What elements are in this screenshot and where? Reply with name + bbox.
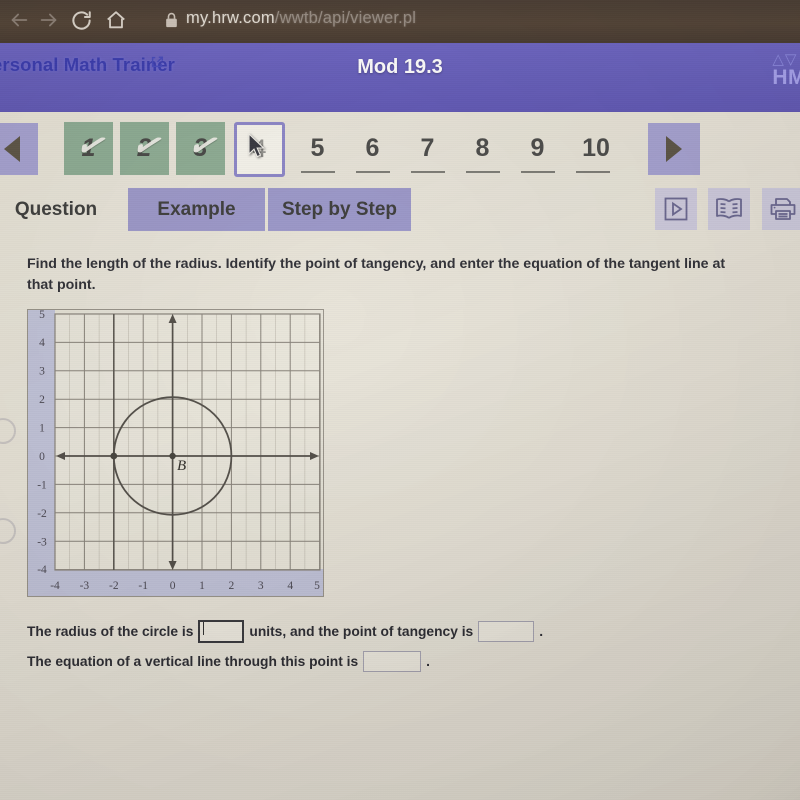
question-tab-5-label: 5 [310,134,325,162]
svg-text:5: 5 [314,580,320,592]
equation-input[interactable] [363,651,422,672]
chevron-right-icon [666,136,682,162]
svg-text:0: 0 [170,580,176,592]
svg-text:1: 1 [199,580,205,592]
svg-text:4: 4 [287,580,293,592]
question-tab-10[interactable]: 10 [568,122,624,175]
answer-line-2-period: . [426,654,430,669]
answer-line-2-text-a: The equation of a vertical line through … [27,654,359,669]
svg-text:-1: -1 [138,580,148,592]
video-play-button[interactable] [655,188,697,230]
home-icon[interactable] [103,7,129,33]
svg-text:-4: -4 [50,580,60,592]
svg-text:-4: -4 [37,564,47,576]
hmh-logo-mark: △▽ [772,51,798,68]
radius-input[interactable] [198,620,245,643]
svg-text:0: 0 [39,451,45,463]
answer-line-1: The radius of the circle is units, and t… [27,620,543,643]
tangency-point [110,452,118,460]
checkmark-icon: ✓ [72,123,108,166]
question-tab-9-label: 9 [530,134,545,162]
svg-text:-3: -3 [37,537,47,549]
question-tab-7[interactable]: 7 [403,122,452,175]
checkmark-icon: ✓ [184,123,220,166]
back-arrow-icon[interactable] [6,7,32,33]
tab-question-label: Question [14,198,98,220]
answer-line-1-text-a: The radius of the circle is [27,624,194,639]
svg-text:-1: -1 [37,480,47,492]
question-tab-6-label: 6 [365,134,380,162]
tab-example[interactable]: Example [128,188,265,231]
question-tab-5[interactable]: 5 [293,122,342,175]
mouse-cursor-icon [248,133,265,158]
question-tab-3[interactable]: 3 ✓ [176,122,225,175]
edge-artifact [0,418,16,444]
center-point-B [169,452,176,460]
question-prompt-text: Find the length of the radius. Identify … [27,256,726,293]
tab-step-by-step-label: Step by Step [281,198,398,220]
svg-text:2: 2 [39,394,45,406]
chevron-left-icon [4,136,20,162]
svg-text:5: 5 [39,309,45,321]
tab-question[interactable]: Question [6,188,106,231]
next-question-button[interactable] [648,123,700,175]
question-tab-9[interactable]: 9 [513,122,562,175]
url-path: /wwtb/api/viewer.pl [274,9,417,27]
lock-icon [163,9,179,31]
forward-arrow-icon[interactable] [36,7,62,33]
question-navigation-strip: 1 ✓ 2 ✓ 3 ✓ 4 5 6 7 8 9 10 [0,112,800,184]
question-tab-6[interactable]: 6 [348,122,397,175]
screenshot-root: my.hrw.com/wwtb/api/viewer.pl ersonal Ma… [0,0,800,800]
question-tab-1[interactable]: 1 ✓ [64,122,113,175]
hmh-logo: △▽ HM [772,52,800,88]
url-bar[interactable]: my.hrw.com/wwtb/api/viewer.pl [186,9,416,28]
point-label-B: B [177,458,186,474]
question-tab-8[interactable]: 8 [458,122,507,175]
url-domain: my.hrw.com [186,9,275,27]
question-tab-10-label: 10 [582,134,610,162]
coordinate-graph: B 5 4 3 2 1 0 -1 -2 -3 -4 -4 -3 -2 -1 0 … [27,309,324,597]
question-tab-7-label: 7 [420,134,435,162]
text-caret [203,622,205,635]
svg-text:-2: -2 [109,580,119,592]
reload-icon[interactable] [68,7,94,33]
module-title: Mod 19.3 [357,56,443,78]
svg-text:-3: -3 [80,580,90,592]
checkmark-icon: ✓ [128,123,164,166]
browser-toolbar: my.hrw.com/wwtb/api/viewer.pl [0,0,800,43]
book-button[interactable] [708,188,750,230]
svg-text:-2: -2 [37,508,47,520]
svg-text:3: 3 [39,366,45,378]
print-button[interactable] [762,188,800,230]
previous-question-button[interactable] [0,123,38,175]
answer-line-1-period: . [539,624,544,639]
svg-text:3: 3 [258,580,264,592]
plot-area: B [54,313,321,571]
tab-example-label: Example [157,198,236,220]
svg-text:2: 2 [229,580,235,592]
tab-step-by-step[interactable]: Step by Step [268,188,411,231]
tangency-point-input[interactable] [478,621,535,642]
hmh-logo-word: HM [772,66,800,89]
svg-text:1: 1 [39,423,45,435]
content-tab-bar: Question Example Step by Step [0,188,800,236]
question-tab-2[interactable]: 2 ✓ [120,122,169,175]
question-tab-8-label: 8 [475,134,490,162]
answer-line-2: The equation of a vertical line through … [27,651,430,672]
answer-line-1-text-b: units, and the point of tangency is [249,624,474,639]
svg-text:4: 4 [39,337,45,349]
edge-artifact [0,518,16,544]
